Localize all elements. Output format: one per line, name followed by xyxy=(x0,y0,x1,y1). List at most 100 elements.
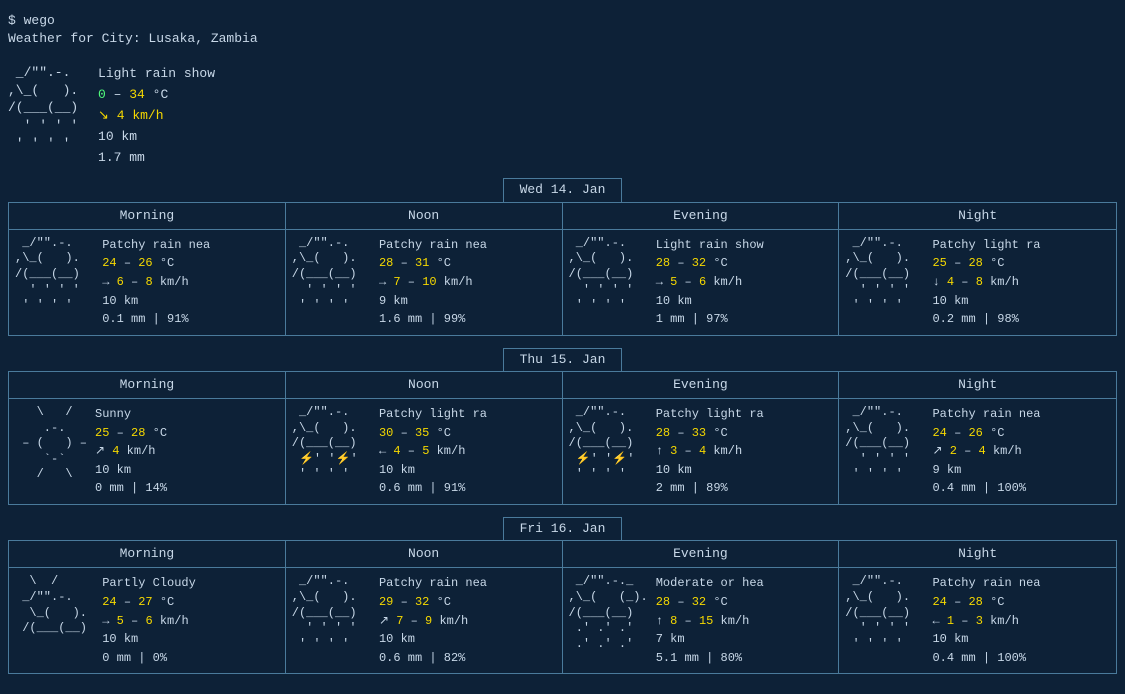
period-cell-0-3: _/"".-. ,\_( ). /(___(__) ' ' ' ' ' ' ' … xyxy=(839,230,1116,335)
cell-data-1-1: Patchy light ra 30 – 35 °C ← 4 – 5 km/h … xyxy=(379,405,487,498)
current-desc: Light rain show xyxy=(98,64,215,85)
day-header-1: Thu 15. Jan xyxy=(8,348,1117,371)
cell-ascii-2-0: \ / _/"".-. \_( ). /(___(__) xyxy=(15,574,94,652)
cell-temp-1-0: 25 – 28 °C xyxy=(95,424,167,443)
cell-temp-1-3: 24 – 26 °C xyxy=(932,424,1040,443)
periods-content-0: _/"".-. ,\_( ). /(___(__) ' ' ' ' ' ' ' … xyxy=(8,230,1117,336)
period-header-1-0: Morning xyxy=(9,372,286,398)
period-header-1-3: Night xyxy=(839,372,1116,398)
cell-wind-1-3: ↗ 2 – 4 km/h xyxy=(932,442,1040,461)
cell-data-1-3: Patchy rain nea 24 – 26 °C ↗ 2 – 4 km/h … xyxy=(932,405,1040,498)
cell-wind-0-3: ↓ 4 – 8 km/h xyxy=(932,273,1040,292)
cell-desc-2-3: Patchy rain nea xyxy=(932,574,1040,593)
cell-wind-2-2: ↑ 8 – 15 km/h xyxy=(656,612,764,631)
cell-temp-0-0: 24 – 26 °C xyxy=(102,254,210,273)
cell-data-0-2: Light rain show 28 – 32 °C → 5 – 6 km/h … xyxy=(656,236,764,329)
period-cell-1-0: \ / .-. – ( ) – `-` / \ Sunny 25 – 28 °C… xyxy=(9,399,286,504)
cell-precip-0-0: 0.1 mm | 91% xyxy=(102,310,210,329)
cell-wind-0-2: → 5 – 6 km/h xyxy=(656,273,764,292)
cell-data-1-2: Patchy light ra 28 – 33 °C ↑ 3 – 4 km/h … xyxy=(656,405,764,498)
cell-desc-0-0: Patchy rain nea xyxy=(102,236,210,255)
period-cell-1-3: _/"".-. ,\_( ). /(___(__) ' ' ' ' ' ' ' … xyxy=(839,399,1116,504)
cell-temp-2-0: 24 – 27 °C xyxy=(102,593,196,612)
cell-wind-2-3: ← 1 – 3 km/h xyxy=(932,612,1040,631)
day-title-1: Thu 15. Jan xyxy=(503,348,623,372)
cell-ascii-0-2: _/"".-. ,\_( ). /(___(__) ' ' ' ' ' ' ' … xyxy=(569,236,648,314)
period-header-0-2: Evening xyxy=(563,203,840,229)
cell-wind-1-1: ← 4 – 5 km/h xyxy=(379,442,487,461)
cell-precip-1-0: 0 mm | 14% xyxy=(95,479,167,498)
cell-wind-0-0: → 6 – 8 km/h xyxy=(102,273,210,292)
current-temp-high: 34 xyxy=(129,87,145,102)
cell-temp-2-3: 24 – 28 °C xyxy=(932,593,1040,612)
cell-temp-2-2: 28 – 32 °C xyxy=(656,593,764,612)
cell-wind-2-0: → 5 – 6 km/h xyxy=(102,612,196,631)
cell-data-0-0: Patchy rain nea 24 – 26 °C → 6 – 8 km/h … xyxy=(102,236,210,329)
cell-desc-2-2: Moderate or hea xyxy=(656,574,764,593)
period-header-1-1: Noon xyxy=(286,372,563,398)
period-cell-2-1: _/"".-. ,\_( ). /(___(__) ' ' ' ' ' ' ' … xyxy=(286,568,563,673)
period-header-2-1: Noon xyxy=(286,541,563,567)
cell-vis-1-0: 10 km xyxy=(95,461,167,480)
period-cell-2-0: \ / _/"".-. \_( ). /(___(__) Partly Clou… xyxy=(9,568,286,673)
cell-wind-0-1: → 7 – 10 km/h xyxy=(379,273,487,292)
cell-vis-0-0: 10 km xyxy=(102,292,210,311)
period-header-2-3: Night xyxy=(839,541,1116,567)
cell-desc-1-0: Sunny xyxy=(95,405,167,424)
day-title-2: Fri 16. Jan xyxy=(503,517,623,541)
period-header-2-0: Morning xyxy=(9,541,286,567)
cell-precip-0-1: 1.6 mm | 99% xyxy=(379,310,487,329)
cell-data-0-3: Patchy light ra 25 – 28 °C ↓ 4 – 8 km/h … xyxy=(932,236,1040,329)
day-title-0: Wed 14. Jan xyxy=(503,178,623,202)
cell-vis-2-3: 10 km xyxy=(932,630,1040,649)
current-info: Light rain show 0 – 34 °C ↘ 4 km/h 10 km… xyxy=(98,64,215,168)
cell-data-2-0: Partly Cloudy 24 – 27 °C → 5 – 6 km/h 10… xyxy=(102,574,196,667)
cell-ascii-0-1: _/"".-. ,\_( ). /(___(__) ' ' ' ' ' ' ' … xyxy=(292,236,371,314)
cell-precip-2-1: 0.6 mm | 82% xyxy=(379,649,487,668)
cell-data-2-1: Patchy rain nea 29 – 32 °C ↗ 7 – 9 km/h … xyxy=(379,574,487,667)
period-header-1-2: Evening xyxy=(563,372,840,398)
cell-desc-0-3: Patchy light ra xyxy=(932,236,1040,255)
cell-ascii-1-2: _/"".-. ,\_( ). /(___(__) ⚡' '⚡' ' ' ' ' xyxy=(569,405,648,483)
cell-vis-0-2: 10 km xyxy=(656,292,764,311)
cell-desc-0-1: Patchy rain nea xyxy=(379,236,487,255)
cell-ascii-0-3: _/"".-. ,\_( ). /(___(__) ' ' ' ' ' ' ' … xyxy=(845,236,924,314)
cell-ascii-2-2: _/"".-._ ,\_( (_). /(___(__) .' .' .' .'… xyxy=(569,574,648,652)
cell-precip-0-2: 1 mm | 97% xyxy=(656,310,764,329)
cell-ascii-2-1: _/"".-. ,\_( ). /(___(__) ' ' ' ' ' ' ' … xyxy=(292,574,371,652)
day-section-1: Thu 15. JanMorningNoonEveningNight \ / .… xyxy=(8,348,1117,505)
periods-content-2: \ / _/"".-. \_( ). /(___(__) Partly Clou… xyxy=(8,568,1117,674)
cell-temp-2-1: 29 – 32 °C xyxy=(379,593,487,612)
cell-vis-0-1: 9 km xyxy=(379,292,487,311)
periods-header-0: MorningNoonEveningNight xyxy=(8,202,1117,230)
current-temp-low: 0 xyxy=(98,87,106,102)
cell-temp-0-3: 25 – 28 °C xyxy=(932,254,1040,273)
day-header-0: Wed 14. Jan xyxy=(8,178,1117,201)
period-cell-0-0: _/"".-. ,\_( ). /(___(__) ' ' ' ' ' ' ' … xyxy=(9,230,286,335)
period-cell-2-2: _/"".-._ ,\_( (_). /(___(__) .' .' .' .'… xyxy=(563,568,840,673)
cell-ascii-2-3: _/"".-. ,\_( ). /(___(__) ' ' ' ' ' ' ' … xyxy=(845,574,924,652)
cell-temp-1-1: 30 – 35 °C xyxy=(379,424,487,443)
cell-data-2-2: Moderate or hea 28 – 32 °C ↑ 8 – 15 km/h… xyxy=(656,574,764,667)
cell-precip-2-2: 5.1 mm | 80% xyxy=(656,649,764,668)
cell-desc-2-0: Partly Cloudy xyxy=(102,574,196,593)
periods-header-2: MorningNoonEveningNight xyxy=(8,540,1117,568)
cell-temp-1-2: 28 – 33 °C xyxy=(656,424,764,443)
cell-precip-1-3: 0.4 mm | 100% xyxy=(932,479,1040,498)
cell-data-1-0: Sunny 25 – 28 °C ↗ 4 km/h 10 km 0 mm | 1… xyxy=(95,405,167,498)
current-temp: 0 – 34 °C xyxy=(98,85,215,106)
period-cell-0-2: _/"".-. ,\_( ). /(___(__) ' ' ' ' ' ' ' … xyxy=(563,230,840,335)
current-weather: _/"".-. ,\_( ). /(___(__) ' ' ' ' ' ' ' … xyxy=(8,58,1117,178)
cell-precip-2-3: 0.4 mm | 100% xyxy=(932,649,1040,668)
cell-precip-1-1: 0.6 mm | 91% xyxy=(379,479,487,498)
periods-header-1: MorningNoonEveningNight xyxy=(8,371,1117,399)
periods-content-1: \ / .-. – ( ) – `-` / \ Sunny 25 – 28 °C… xyxy=(8,399,1117,505)
cmd-line: $ wego xyxy=(8,12,1117,30)
cell-desc-1-3: Patchy rain nea xyxy=(932,405,1040,424)
cell-precip-0-3: 0.2 mm | 98% xyxy=(932,310,1040,329)
days-container: Wed 14. JanMorningNoonEveningNight _/"".… xyxy=(8,178,1117,674)
cell-vis-2-1: 10 km xyxy=(379,630,487,649)
cell-ascii-1-1: _/"".-. ,\_( ). /(___(__) ⚡' '⚡' ' ' ' ' xyxy=(292,405,371,483)
day-section-2: Fri 16. JanMorningNoonEveningNight \ / _… xyxy=(8,517,1117,674)
period-header-0-3: Night xyxy=(839,203,1116,229)
